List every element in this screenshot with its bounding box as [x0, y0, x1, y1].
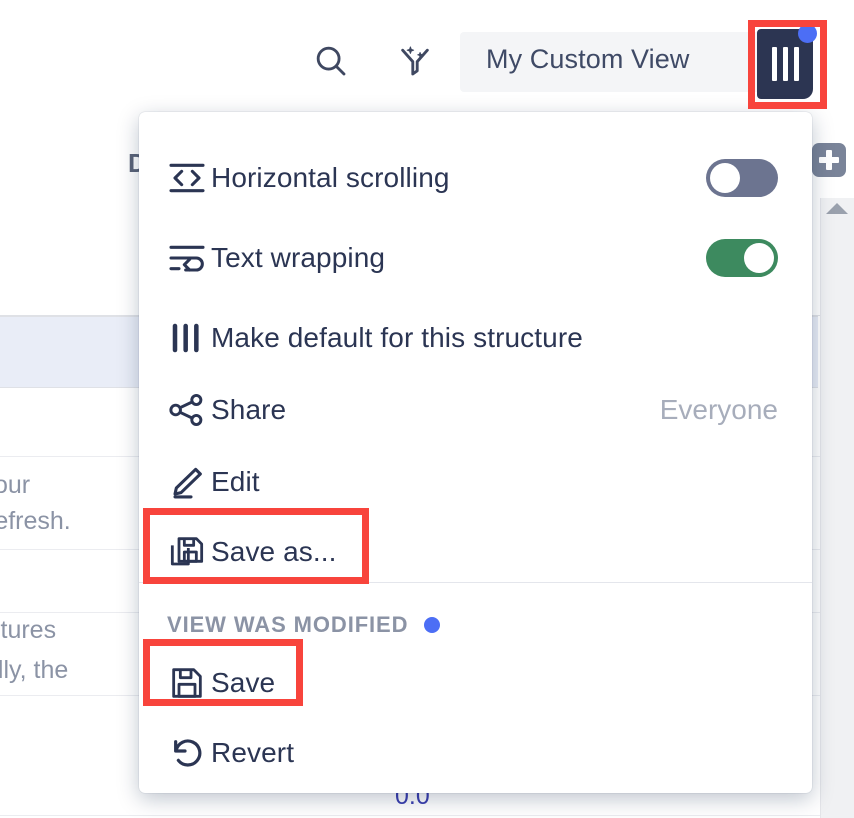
menu-item-save[interactable]: Save: [139, 647, 812, 719]
horizontal-scroll-icon: [167, 160, 211, 196]
plus-icon[interactable]: [812, 143, 846, 177]
share-nodes-icon: [167, 392, 211, 428]
share-value: Everyone: [660, 394, 778, 426]
screenshot-root: our refresh. ctures ally, the D 0.0: [0, 0, 854, 818]
smart-filter-icon[interactable]: [394, 40, 436, 82]
section-label-text: VIEW WAS MODIFIED: [167, 612, 408, 638]
horizontal-scrolling-toggle[interactable]: [706, 159, 778, 197]
blue-dot-icon: [424, 617, 440, 633]
menu-item-label: Revert: [211, 737, 294, 769]
columns-icon: [772, 47, 799, 81]
cell-text-fragment: our: [0, 467, 30, 503]
search-icon[interactable]: [310, 40, 352, 82]
columns-icon: [167, 320, 211, 356]
menu-divider: [139, 582, 812, 583]
text-wrapping-toggle[interactable]: [706, 239, 778, 277]
menu-item-label: Share: [211, 394, 286, 426]
menu-item-label: Make default for this structure: [211, 322, 583, 354]
save-as-icon: [167, 534, 211, 570]
undo-arrow-icon: [167, 735, 211, 771]
menu-item-save-as[interactable]: Save as...: [139, 516, 812, 588]
menu-item-label: Edit: [211, 466, 260, 498]
menu-item-revert[interactable]: Revert: [139, 717, 812, 789]
status-badge: [798, 24, 817, 43]
table-row-divider: [0, 815, 820, 816]
view-options-menu: Horizontal scrolling Text wrapping: [139, 112, 812, 793]
cell-text-fragment: ally, the: [0, 652, 68, 688]
cell-text-fragment: ctures: [0, 612, 56, 648]
menu-item-horizontal-scrolling[interactable]: Horizontal scrolling: [139, 142, 812, 214]
pencil-icon: [167, 464, 211, 500]
menu-item-share[interactable]: Share Everyone: [139, 374, 812, 446]
floppy-disk-icon: [167, 665, 211, 701]
triangle-up-icon[interactable]: [824, 196, 850, 220]
menu-item-label: Save: [211, 667, 275, 699]
text-wrap-icon: [167, 240, 211, 276]
toggle-switch[interactable]: [706, 159, 778, 197]
menu-item-label: Text wrapping: [211, 242, 385, 274]
toggle-switch[interactable]: [706, 239, 778, 277]
view-name-label[interactable]: My Custom View: [486, 44, 736, 75]
vertical-scrollbar[interactable]: [820, 198, 854, 818]
menu-item-label: Horizontal scrolling: [211, 162, 450, 194]
section-header-view-was-modified: VIEW WAS MODIFIED: [139, 600, 812, 650]
menu-item-edit[interactable]: Edit: [139, 446, 812, 518]
menu-item-text-wrapping[interactable]: Text wrapping: [139, 222, 812, 294]
menu-item-make-default[interactable]: Make default for this structure: [139, 302, 812, 374]
top-toolbar: My Custom View: [0, 0, 854, 112]
cell-text-fragment: refresh.: [0, 503, 71, 539]
menu-item-label: Save as...: [211, 536, 337, 568]
